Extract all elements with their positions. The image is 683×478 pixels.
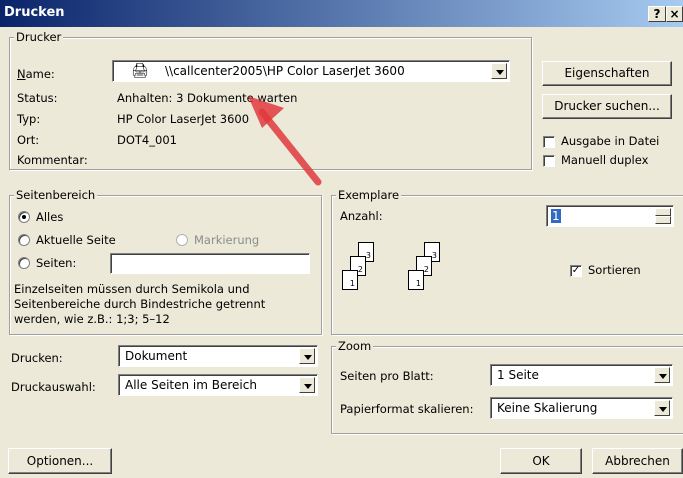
typ-value: HP Color LaserJet 3600 (117, 112, 250, 126)
duplex-checkbox[interactable] (543, 155, 555, 167)
hint-line-1: Einzelseiten müssen durch Semikola und (14, 282, 250, 296)
exemplare-legend: Exemplare (336, 188, 402, 202)
name-label: Name: (17, 67, 55, 81)
collated-pages-icon-2: 3 2 1 (408, 242, 468, 302)
window-title: Drucken (4, 5, 65, 20)
seiten-label[interactable]: Seiten: (36, 256, 76, 270)
ausgabe-datei-label[interactable]: Ausgabe in Datei (561, 134, 659, 148)
skalieren-select[interactable]: Keine Skalierung (490, 397, 673, 419)
skalieren-label: Papierformat skalieren: (340, 402, 474, 416)
hint-line-3: werden, wie z.B.: 1;3; 5–12 (14, 312, 170, 326)
radio-alles[interactable] (18, 211, 30, 223)
druckauswahl-label: Druckauswahl: (11, 380, 96, 394)
drucker-suchen-button[interactable]: Drucker suchen... (542, 94, 672, 119)
typ-label: Typ: (17, 112, 41, 126)
ort-value: DOT4_001 (117, 133, 177, 147)
collated-pages-icon: 3 2 1 (342, 242, 402, 302)
eigenschaften-button[interactable]: Eigenschaften (542, 61, 672, 86)
chevron-down-icon[interactable] (299, 348, 315, 364)
markierung-label: Markierung (194, 233, 260, 247)
status-label: Status: (17, 91, 58, 105)
kommentar-label: Kommentar: (17, 153, 88, 167)
seiten-pro-blatt-label: Seiten pro Blatt: (340, 369, 434, 383)
printer-icon: 🖨 (131, 63, 149, 79)
abbrechen-button[interactable]: Abbrechen (592, 448, 683, 474)
drucker-legend: Drucker (14, 30, 64, 44)
annotation-arrow-icon (248, 96, 322, 186)
spin-down-icon[interactable] (655, 216, 671, 224)
radio-seiten[interactable] (18, 257, 30, 269)
printer-name-select[interactable]: 🖨 \\callcenter2005\HP Color LaserJet 360… (112, 60, 510, 82)
seitenbereich-legend: Seitenbereich (14, 188, 98, 202)
optionen-button[interactable]: Optionen... (8, 448, 112, 474)
sortieren-checkbox[interactable]: ✓ (570, 265, 582, 277)
help-button[interactable]: ? (648, 6, 666, 22)
title-bar[interactable] (0, 0, 683, 27)
ausgabe-datei-checkbox[interactable] (543, 136, 555, 148)
chevron-down-icon[interactable] (299, 377, 315, 393)
radio-aktuelle-seite[interactable] (18, 234, 30, 246)
hint-line-2: Seitenbereiche durch Bindestriche getren… (14, 297, 266, 311)
seiten-pro-blatt-select[interactable]: 1 Seite (490, 364, 673, 386)
sortieren-label[interactable]: Sortieren (588, 263, 641, 277)
anzahl-value: 1 (551, 209, 561, 223)
alles-label[interactable]: Alles (36, 210, 63, 224)
chevron-down-icon[interactable] (491, 63, 507, 79)
seiten-input[interactable] (110, 253, 310, 274)
drucken-select[interactable]: Dokument (118, 345, 318, 367)
zoom-group: Zoom (331, 339, 683, 434)
spin-up-icon[interactable] (655, 208, 671, 216)
zoom-legend: Zoom (336, 339, 374, 353)
ok-button[interactable]: OK (500, 448, 582, 474)
chevron-down-icon[interactable] (654, 400, 670, 416)
aktuelle-seite-label[interactable]: Aktuelle Seite (36, 233, 116, 247)
radio-markierung[interactable] (176, 234, 188, 246)
ort-label: Ort: (17, 133, 40, 147)
druckauswahl-select[interactable]: Alle Seiten im Bereich (118, 374, 318, 396)
close-button[interactable]: × (666, 6, 683, 22)
anzahl-spinner[interactable]: 1 (546, 205, 674, 227)
anzahl-label: Anzahl: (340, 209, 383, 223)
drucken-label: Drucken: (11, 351, 63, 365)
chevron-down-icon[interactable] (654, 367, 670, 383)
duplex-label[interactable]: Manuell duplex (561, 153, 648, 167)
printer-name-value: \\callcenter2005\HP Color LaserJet 3600 (165, 64, 405, 78)
